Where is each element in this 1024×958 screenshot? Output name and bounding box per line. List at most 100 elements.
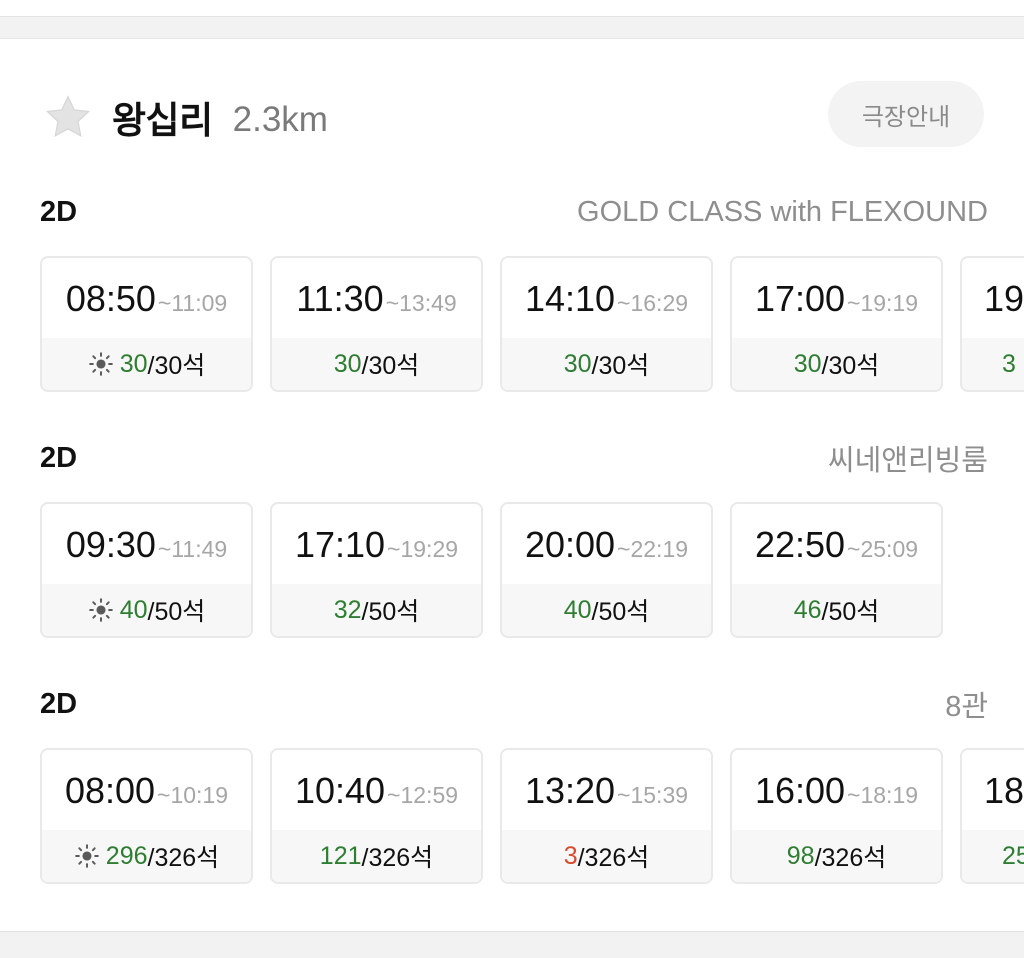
total-seats: /50석 [591,598,650,626]
showtime-card[interactable]: 17:00 ~19:19 30/30석 [730,256,943,392]
total-seats: /326석 [147,844,220,872]
showtime-card[interactable]: 10:40 ~12:59 121/326석 [270,748,483,884]
seat-info: 30/30석 [272,338,481,390]
seat-info: 40/50석 [502,584,711,636]
showtime-card[interactable]: 13:20 ~15:39 3/326석 [500,748,713,884]
showtime-times: 19: [962,278,1024,326]
total-seats: /326석 [577,844,650,872]
showtime-times: 11:30 ~13:49 [272,278,481,326]
favorite-button[interactable] [44,92,94,142]
theater-info-button[interactable]: 극장안내 [828,81,984,147]
showtime-card[interactable]: 08:00 ~10:19 296/326석 [40,748,253,884]
end-time: ~12:59 [387,782,459,808]
seat-info: 3/326석 [502,830,711,882]
available-seats: 25 [1002,841,1024,870]
showtime-card[interactable]: 17:10 ~19:29 32/50석 [270,502,483,638]
seat-info: 3 [962,338,1024,390]
available-seats: 3 [563,841,578,870]
hall-label: 8관 [945,691,988,723]
hall-label: 씨네앤리빙룸 [827,445,988,477]
start-time: 18: [984,770,1024,811]
seat-info: 30/30석 [42,338,251,390]
seat-info: 121/326석 [272,830,481,882]
hall-label: GOLD CLASS with FLEXOUND [577,195,988,228]
end-time: ~15:39 [617,782,689,808]
end-time: ~11:49 [157,536,228,562]
start-time: 22:50 [754,524,846,565]
format-label: 2D [40,195,78,228]
showtime-card[interactable]: 20:00 ~22:19 40/50석 [500,502,713,638]
star-icon [46,95,90,137]
end-time: ~19:19 [847,290,919,316]
total-seats: /50석 [821,598,880,626]
showtime-times: 16:00 ~18:19 [732,770,941,818]
theater-name: 왕십리 [112,99,213,142]
end-time: ~22:19 [617,536,689,562]
theater-header: 왕십리 2.3km 극장안내 [44,81,984,147]
format-label: 2D [40,687,78,720]
start-time: 11:30 [296,278,384,319]
seat-info: 98/326석 [732,830,941,882]
group-header: 2D GOLD CLASS with FLEXOUND [40,194,988,230]
available-seats: 30 [119,349,148,378]
seat-info: 25 [962,830,1024,882]
end-time: ~25:09 [847,536,919,562]
showtime-times: 08:50 ~11:09 [42,278,251,326]
start-time: 20:00 [524,524,616,565]
start-time: 13:20 [524,770,616,811]
start-time: 16:00 [754,770,846,811]
end-time: ~16:29 [617,290,689,316]
sun-icon [74,844,99,868]
showtime-row: 08:50 ~11:09 30/30석 11:30 ~13:49 30/30석 14:10 ~… [40,256,1024,394]
total-seats: /30석 [361,352,420,380]
showtime-card[interactable]: 14:10 ~16:29 30/30석 [500,256,713,392]
start-time: 10:40 [294,770,386,811]
format-label: 2D [40,441,78,474]
total-seats: /30석 [821,352,880,380]
theater-distance: 2.3km [232,100,328,139]
showtime-times: 08:00 ~10:19 [42,770,251,818]
start-time: 08:00 [64,770,156,811]
showtime-times: 09:30 ~11:49 [42,524,251,572]
group-header: 2D 8관 [40,686,988,724]
available-seats: 32 [333,595,362,624]
showtime-times: 10:40 ~12:59 [272,770,481,818]
start-time: 17:00 [754,278,846,319]
start-time: 08:50 [65,278,156,319]
available-seats: 40 [563,595,592,624]
available-seats: 40 [119,595,148,624]
available-seats: 30 [563,349,592,378]
showtime-card[interactable]: 09:30 ~11:49 40/50석 [40,502,253,638]
available-seats: 296 [105,841,148,870]
showtime-row: 08:00 ~10:19 296/326석 10:40 ~12:59 121/326석 13… [40,748,1024,886]
seat-info: 30/30석 [502,338,711,390]
screening-group: 2D 8관 08:00 ~10:19 296/326석 10:40 ~12:59 121/32… [0,686,1024,906]
showtime-row: 09:30 ~11:49 40/50석 17:10 ~19:29 32/50석 20:00 ~… [40,502,1024,640]
showtime-card[interactable]: 16:00 ~18:19 98/326석 [730,748,943,884]
seat-info: 40/50석 [42,584,251,636]
showtime-times: 18: [962,770,1024,818]
start-time: 17:10 [294,524,386,565]
available-seats: 30 [793,349,822,378]
showtime-card[interactable]: 18: 25 [960,748,1024,884]
showtime-card[interactable]: 08:50 ~11:09 30/30석 [40,256,253,392]
end-time: ~10:19 [157,782,229,808]
group-header: 2D 씨네앤리빙룸 [40,440,988,478]
sun-icon [88,598,113,622]
available-seats: 98 [786,841,815,870]
showtime-card[interactable]: 22:50 ~25:09 46/50석 [730,502,943,638]
sun-icon [88,352,113,376]
showtime-times: 13:20 ~15:39 [502,770,711,818]
end-time: ~19:29 [387,536,459,562]
showtime-times: 17:10 ~19:29 [272,524,481,572]
seat-info: 30/30석 [732,338,941,390]
screening-group: 2D GOLD CLASS with FLEXOUND 08:50 ~11:09 30/… [0,194,1024,414]
seat-info: 32/50석 [272,584,481,636]
total-seats: /50석 [147,598,206,626]
showtime-card[interactable]: 19: 3 [960,256,1024,392]
total-seats: /30석 [591,352,650,380]
available-seats: 46 [793,595,822,624]
showtime-card[interactable]: 11:30 ~13:49 30/30석 [270,256,483,392]
start-time: 19: [984,278,1024,319]
previous-card-edge [0,0,1024,17]
